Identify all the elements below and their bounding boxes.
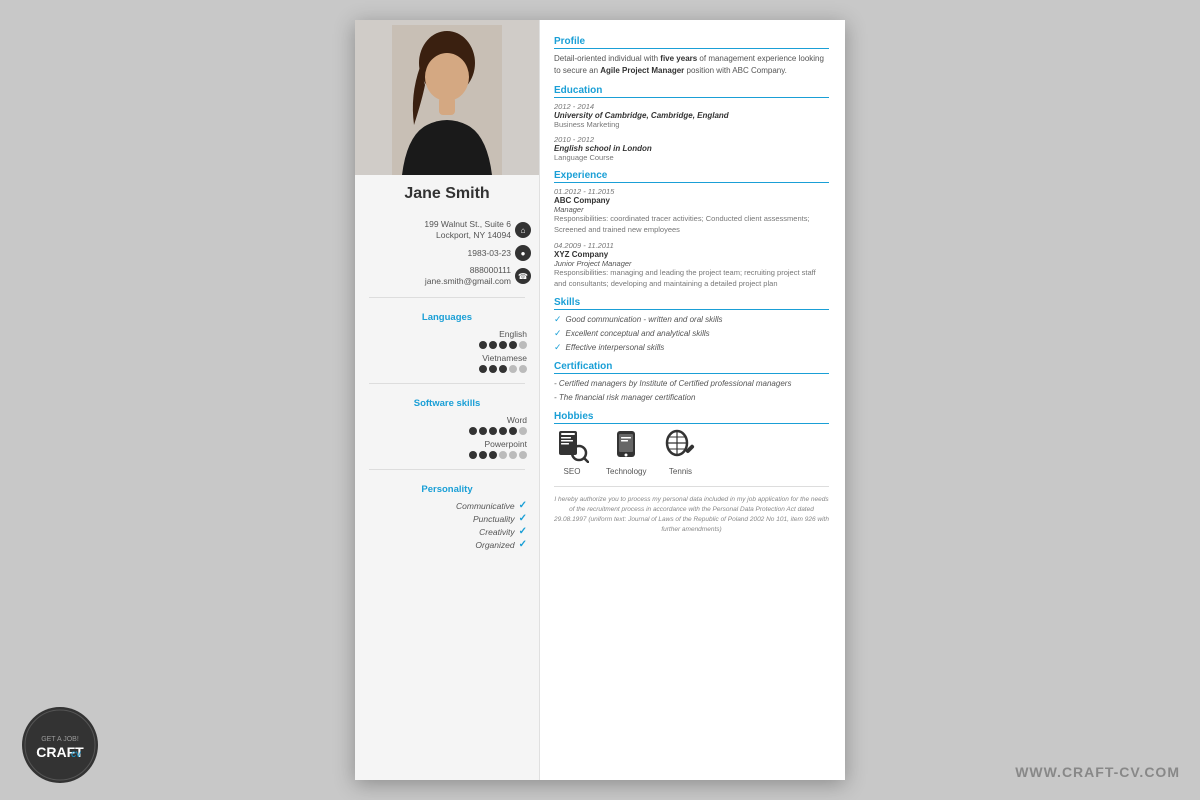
languages-heading: Languages [355, 312, 539, 323]
exp-company-2: XYZ Company [554, 250, 829, 259]
lang-english-label: English [367, 329, 527, 339]
exp-date-1: 01.2012 - 11.2015 [554, 187, 829, 196]
exp-role-1: Manager [554, 205, 829, 214]
right-column: Profile Detail-oriented individual with … [540, 20, 845, 780]
footer-authorization: I hereby authorize you to process my per… [554, 486, 829, 534]
lang-vietnamese-dots [367, 365, 527, 373]
address-contact: 199 Walnut St., Suite 6 Lockport, NY 140… [355, 217, 539, 243]
skill-powerpoint-label: Powerpoint [367, 439, 527, 449]
check-icon: ✓ [519, 526, 527, 537]
skill-word-label: Word [367, 415, 527, 425]
exp-desc-2: Responsibilities: managing and leading t… [554, 268, 829, 289]
personality-punctuality: Punctuality ✓ [355, 512, 539, 525]
check-icon: ✓ [554, 328, 562, 339]
hobby-technology: Technology [606, 428, 646, 476]
address-text: 199 Walnut St., Suite 6 Lockport, NY 140… [424, 219, 511, 241]
birthday-icon: ● [515, 245, 531, 261]
person-photo-icon [392, 25, 502, 175]
svg-text:cv: cv [71, 749, 81, 760]
edu-degree-2: Language Course [554, 153, 829, 162]
craft-logo: GET A JOB! CRAFT cv [20, 705, 100, 785]
skill-item-2: ✓ Excellent conceptual and analytical sk… [554, 328, 829, 339]
skill-item-3: ✓ Effective interpersonal skills [554, 342, 829, 353]
home-icon: ⌂ [515, 222, 531, 238]
edu-degree-1: Business Marketing [554, 120, 829, 129]
exp-date-2: 04.2009 - 11.2011 [554, 241, 829, 250]
check-icon: ✓ [519, 500, 527, 511]
exp-item-1: 01.2012 - 11.2015 ABC Company Manager Re… [554, 187, 829, 235]
personality-organized: Organized ✓ [355, 538, 539, 551]
divider-1 [369, 297, 525, 298]
personality-creativity: Creativity ✓ [355, 525, 539, 538]
hobbies-heading: Hobbies [554, 411, 829, 424]
phone-email-contact: 888000111 jane.smith@gmail.com ☎ [355, 263, 539, 289]
hobby-seo: SEO [554, 428, 590, 476]
exp-item-2: 04.2009 - 11.2011 XYZ Company Junior Pro… [554, 241, 829, 289]
skill-word-dots [367, 427, 527, 435]
svg-text:GET A JOB!: GET A JOB! [41, 736, 79, 743]
hobby-tennis-label: Tennis [669, 467, 692, 476]
hobby-seo-label: SEO [564, 467, 581, 476]
divider-2 [369, 383, 525, 384]
edu-year-1: 2012 - 2014 [554, 102, 829, 111]
exp-company-1: ABC Company [554, 196, 829, 205]
dob-contact: 1983-03-23 ● [355, 243, 539, 263]
skill-text-2: Excellent conceptual and analytical skil… [566, 329, 710, 338]
lang-english-dots [367, 341, 527, 349]
edu-item-2: 2010 - 2012 English school in London Lan… [554, 135, 829, 162]
check-icon: ✓ [554, 342, 562, 353]
skills-heading: Skills [554, 297, 829, 310]
edu-school-2: English school in London [554, 144, 829, 153]
hobby-tennis: Tennis [662, 428, 698, 476]
cert-text-2: - The financial risk manager certificati… [554, 392, 829, 403]
skill-item-1: ✓ Good communication - written and oral … [554, 314, 829, 325]
lang-vietnamese: Vietnamese [355, 351, 539, 375]
technology-icon [608, 428, 644, 464]
lang-vietnamese-label: Vietnamese [367, 353, 527, 363]
edu-school-1: University of Cambridge, Cambridge, Engl… [554, 111, 829, 120]
lang-english: English [355, 327, 539, 351]
check-icon: ✓ [519, 539, 527, 550]
profile-text: Detail-oriented individual with five yea… [554, 53, 829, 77]
software-skills-heading: Software skills [355, 398, 539, 409]
seo-icon [554, 428, 590, 464]
check-icon: ✓ [519, 513, 527, 524]
skill-text-3: Effective interpersonal skills [566, 343, 665, 352]
name-section: Jane Smith [355, 175, 539, 217]
photo-area [355, 20, 539, 175]
hobby-technology-label: Technology [606, 467, 646, 476]
watermark: WWW.CRAFT-CV.COM [1015, 764, 1180, 780]
skill-powerpoint: Powerpoint [355, 437, 539, 461]
personality-heading: Personality [355, 484, 539, 495]
phone-icon: ☎ [515, 268, 531, 284]
personality-communicative: Communicative ✓ [355, 499, 539, 512]
edu-item-1: 2012 - 2014 University of Cambridge, Cam… [554, 102, 829, 129]
experience-heading: Experience [554, 170, 829, 183]
skill-text-1: Good communication - written and oral sk… [566, 315, 723, 324]
hobbies-row: SEO Technology [554, 428, 829, 476]
check-icon: ✓ [554, 314, 562, 325]
candidate-name: Jane Smith [365, 185, 529, 203]
profile-heading: Profile [554, 36, 829, 49]
education-heading: Education [554, 85, 829, 98]
exp-role-2: Junior Project Manager [554, 259, 829, 268]
skill-powerpoint-dots [367, 451, 527, 459]
resume-document: Jane Smith 199 Walnut St., Suite 6 Lockp… [355, 20, 845, 780]
tennis-icon [662, 428, 698, 464]
skill-word: Word [355, 413, 539, 437]
cert-text-1: - Certified managers by Institute of Cer… [554, 378, 829, 389]
exp-desc-1: Responsibilities: coordinated tracer act… [554, 214, 829, 235]
edu-year-2: 2010 - 2012 [554, 135, 829, 144]
divider-3 [369, 469, 525, 470]
certification-heading: Certification [554, 361, 829, 374]
left-column: Jane Smith 199 Walnut St., Suite 6 Lockp… [355, 20, 540, 780]
